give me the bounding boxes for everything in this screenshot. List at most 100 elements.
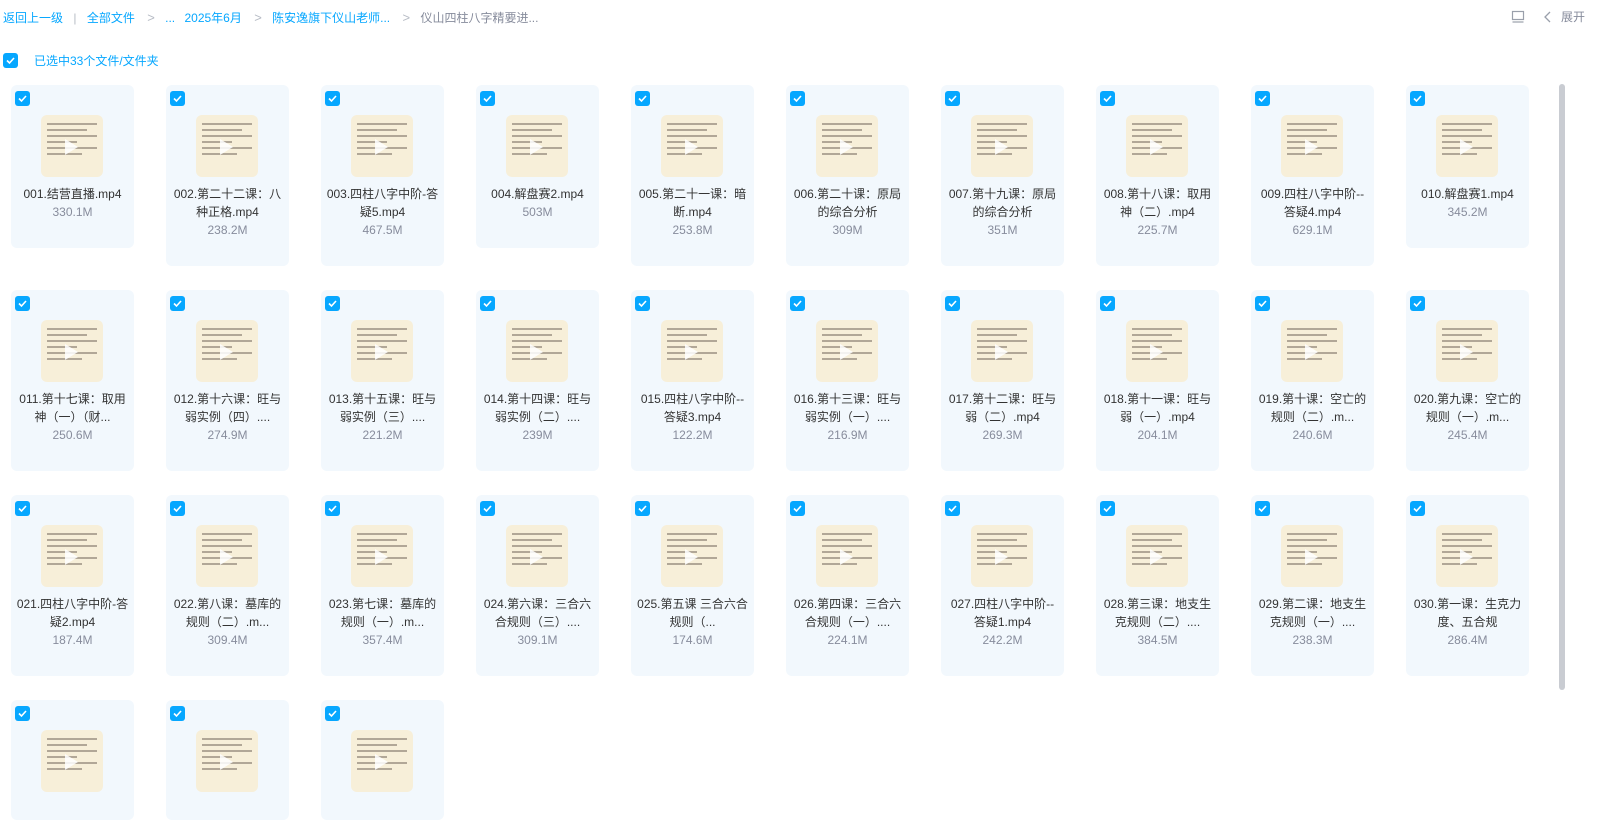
video-thumbnail[interactable]	[1436, 525, 1498, 587]
video-thumbnail[interactable]	[351, 320, 413, 382]
video-thumbnail[interactable]	[1281, 525, 1343, 587]
file-card[interactable]: 012.第十六课：旺与弱实例（四）.... 274.9M	[166, 290, 289, 471]
video-thumbnail[interactable]	[1281, 320, 1343, 382]
file-card[interactable]: 013.第十五课：旺与弱实例（三）.... 221.2M	[321, 290, 444, 471]
file-card[interactable]: 016.第十三课：旺与弱实例（一）.... 216.9M	[786, 290, 909, 471]
file-checkbox[interactable]	[170, 296, 185, 311]
file-checkbox[interactable]	[1410, 91, 1425, 106]
breadcrumb-item-month[interactable]: 2025年6月	[184, 10, 241, 26]
file-checkbox[interactable]	[480, 91, 495, 106]
file-card[interactable]: 004.解盘赛2.mp4 503M	[476, 85, 599, 248]
file-card[interactable]: 017.第十二课：旺与弱（二）.mp4 269.3M	[941, 290, 1064, 471]
video-thumbnail[interactable]	[1126, 115, 1188, 177]
video-thumbnail[interactable]	[196, 115, 258, 177]
video-thumbnail[interactable]	[661, 525, 723, 587]
file-card[interactable]: 009.四柱八字中阶--答疑4.mp4 629.1M	[1251, 85, 1374, 266]
video-thumbnail[interactable]	[1126, 320, 1188, 382]
file-card[interactable]: 010.解盘赛1.mp4 345.2M	[1406, 85, 1529, 248]
breadcrumb-all-files[interactable]: 全部文件	[87, 10, 135, 26]
file-card[interactable]: 026.第四课：三合六合规则（一）.... 224.1M	[786, 495, 909, 676]
expand-button[interactable]: 展开	[1561, 8, 1585, 25]
file-card[interactable]: 003.四柱八字中阶-答疑5.mp4 467.5M	[321, 85, 444, 266]
file-card[interactable]: 006.第二十课：原局的综合分析 309M	[786, 85, 909, 266]
scrollbar[interactable]	[1559, 84, 1565, 690]
video-thumbnail[interactable]	[506, 115, 568, 177]
video-thumbnail[interactable]	[506, 320, 568, 382]
file-checkbox[interactable]	[635, 296, 650, 311]
file-checkbox[interactable]	[790, 296, 805, 311]
file-card[interactable]: 029.第二课：地支生克规则（一）.... 238.3M	[1251, 495, 1374, 676]
video-thumbnail[interactable]	[41, 320, 103, 382]
video-thumbnail[interactable]	[351, 115, 413, 177]
chevron-left-icon[interactable]	[1543, 11, 1553, 23]
panel-icon[interactable]	[1511, 10, 1525, 24]
video-thumbnail[interactable]	[971, 320, 1033, 382]
file-card[interactable]: 018.第十一课：旺与弱（一）.mp4 204.1M	[1096, 290, 1219, 471]
back-link[interactable]: 返回上一级	[3, 10, 63, 26]
file-checkbox[interactable]	[15, 296, 30, 311]
file-checkbox[interactable]	[480, 501, 495, 516]
video-thumbnail[interactable]	[1126, 525, 1188, 587]
video-thumbnail[interactable]	[816, 525, 878, 587]
file-card[interactable]: 011.第十七课：取用神（一）（财... 250.6M	[11, 290, 134, 471]
video-thumbnail[interactable]	[816, 320, 878, 382]
file-checkbox[interactable]	[1410, 296, 1425, 311]
file-checkbox[interactable]	[635, 91, 650, 106]
breadcrumb-ellipsis[interactable]: ...	[165, 10, 175, 26]
file-checkbox[interactable]	[15, 706, 30, 721]
file-card[interactable]: 014.第十四课：旺与弱实例（二）.... 239M	[476, 290, 599, 471]
video-thumbnail[interactable]	[196, 320, 258, 382]
video-thumbnail[interactable]	[971, 525, 1033, 587]
file-checkbox[interactable]	[15, 91, 30, 106]
select-all-checkbox[interactable]	[3, 52, 18, 68]
video-thumbnail[interactable]	[351, 525, 413, 587]
file-checkbox[interactable]	[1255, 91, 1270, 106]
file-card[interactable]: 015.四柱八字中阶--答疑3.mp4 122.2M	[631, 290, 754, 471]
file-card[interactable]	[321, 700, 444, 820]
file-checkbox[interactable]	[790, 501, 805, 516]
file-card[interactable]: 030.第一课：生克力度、五合规 286.4M	[1406, 495, 1529, 676]
file-checkbox[interactable]	[945, 296, 960, 311]
file-card[interactable]: 027.四柱八字中阶--答疑1.mp4 242.2M	[941, 495, 1064, 676]
file-checkbox[interactable]	[1100, 501, 1115, 516]
file-checkbox[interactable]	[945, 501, 960, 516]
breadcrumb-item-folder[interactable]: 陈安逸旗下仪山老师...	[272, 10, 390, 26]
file-card[interactable]: 001.结营直播.mp4 330.1M	[11, 85, 134, 248]
file-card[interactable]: 007.第十九课：原局的综合分析 351M	[941, 85, 1064, 266]
file-checkbox[interactable]	[325, 296, 340, 311]
file-card[interactable]: 008.第十八课：取用神（二）.mp4 225.7M	[1096, 85, 1219, 266]
file-checkbox[interactable]	[325, 91, 340, 106]
video-thumbnail[interactable]	[1436, 320, 1498, 382]
file-checkbox[interactable]	[1100, 296, 1115, 311]
file-card[interactable]: 024.第六课：三合六合规则（三）.... 309.1M	[476, 495, 599, 676]
file-card[interactable]: 005.第二十一课：暗断.mp4 253.8M	[631, 85, 754, 266]
file-card[interactable]: 023.第七课：墓库的规则（一）.m... 357.4M	[321, 495, 444, 676]
video-thumbnail[interactable]	[1281, 115, 1343, 177]
file-card[interactable]: 019.第十课：空亡的规则（二）.m... 240.6M	[1251, 290, 1374, 471]
file-checkbox[interactable]	[325, 706, 340, 721]
file-card[interactable]: 002.第二十二课：八种正格.mp4 238.2M	[166, 85, 289, 266]
file-checkbox[interactable]	[1255, 296, 1270, 311]
file-checkbox[interactable]	[790, 91, 805, 106]
file-card[interactable]: 022.第八课：墓库的规则（二）.m... 309.4M	[166, 495, 289, 676]
video-thumbnail[interactable]	[661, 320, 723, 382]
video-thumbnail[interactable]	[1436, 115, 1498, 177]
video-thumbnail[interactable]	[41, 525, 103, 587]
file-checkbox[interactable]	[170, 706, 185, 721]
video-thumbnail[interactable]	[971, 115, 1033, 177]
video-thumbnail[interactable]	[661, 115, 723, 177]
file-checkbox[interactable]	[325, 501, 340, 516]
file-card[interactable]: 028.第三课：地支生克规则（二）.... 384.5M	[1096, 495, 1219, 676]
file-checkbox[interactable]	[945, 91, 960, 106]
video-thumbnail[interactable]	[816, 115, 878, 177]
file-card[interactable]: 025.第五课 三合六合规则（... 174.6M	[631, 495, 754, 676]
video-thumbnail[interactable]	[351, 730, 413, 792]
video-thumbnail[interactable]	[506, 525, 568, 587]
file-checkbox[interactable]	[170, 501, 185, 516]
file-card[interactable]	[166, 700, 289, 820]
video-thumbnail[interactable]	[41, 730, 103, 792]
file-card[interactable]: 021.四柱八字中阶-答疑2.mp4 187.4M	[11, 495, 134, 676]
file-checkbox[interactable]	[635, 501, 650, 516]
video-thumbnail[interactable]	[196, 730, 258, 792]
file-checkbox[interactable]	[1100, 91, 1115, 106]
